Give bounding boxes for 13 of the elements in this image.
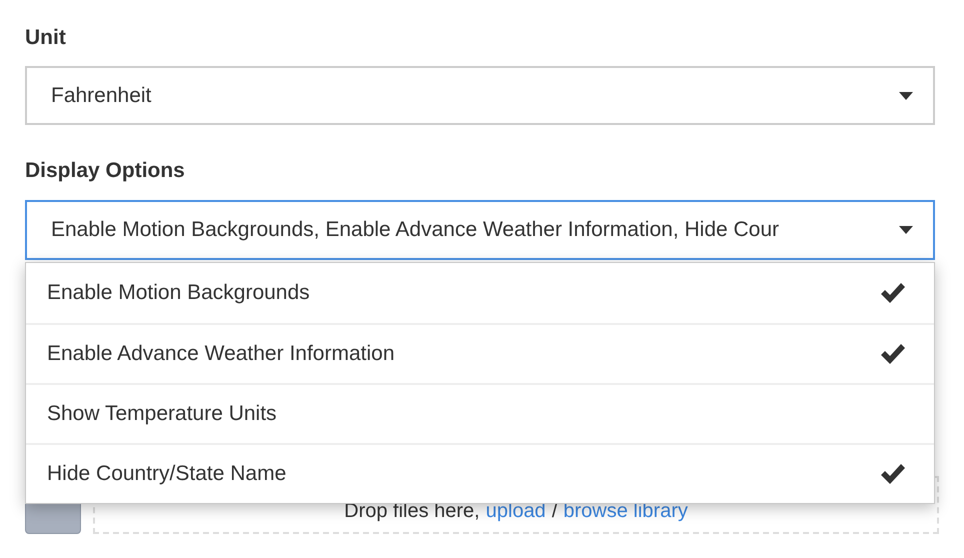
field-label: Unit [25,25,66,51]
checkmark-icon [880,343,906,365]
caret-icon [899,226,913,234]
menu-option[interactable]: Enable Advance Weather Information [26,323,934,383]
menu-option[interactable]: Enable Motion Backgrounds [26,263,934,323]
checkmark-icon [880,463,906,485]
checkmark-icon [880,282,906,304]
caret-icon [899,92,913,100]
field-label: Display Options [25,158,185,184]
menu-option[interactable]: Show Temperature Units [26,383,934,443]
menu-option[interactable]: Hide Country/State Name [26,443,934,503]
unit-select[interactable]: Fahrenheit [25,66,935,125]
display-options-select[interactable]: Enable Motion Backgrounds, Enable Advance Weather Information, Hide Cour [25,200,935,260]
